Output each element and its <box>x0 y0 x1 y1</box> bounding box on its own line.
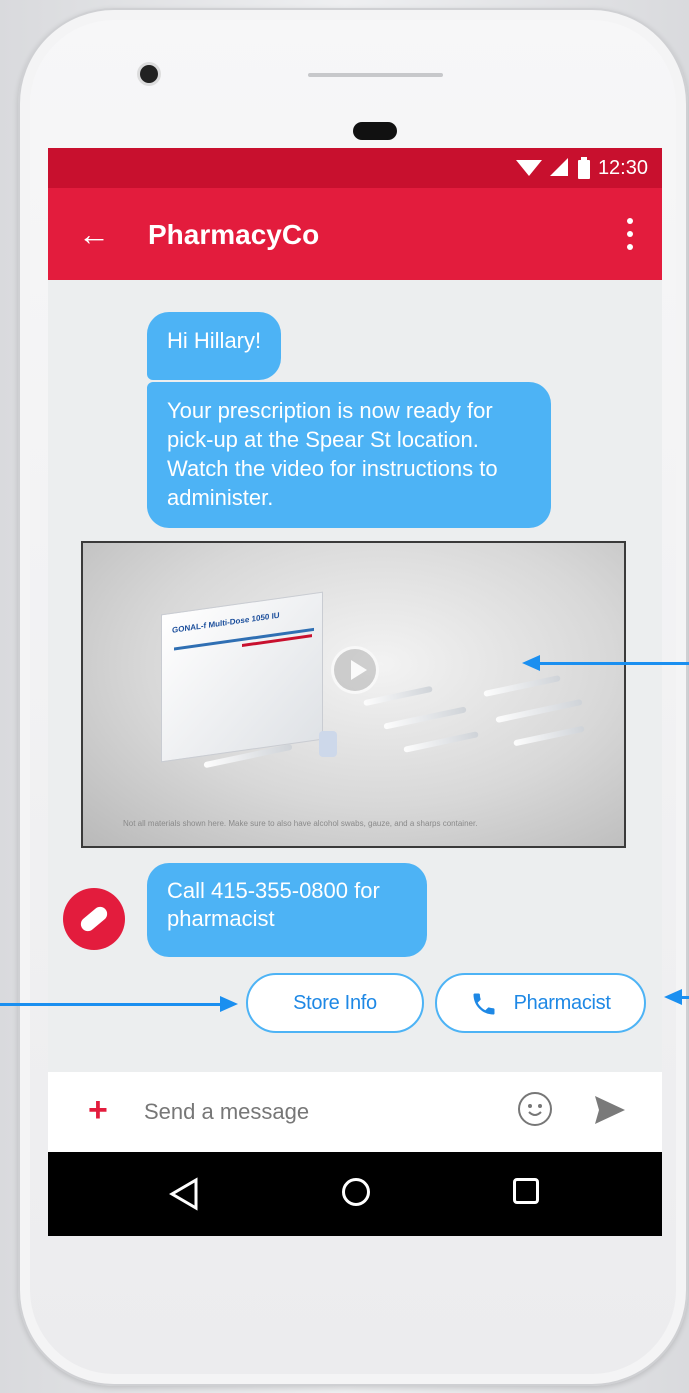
annotation-arrow-head <box>522 655 540 671</box>
nav-back-icon[interactable] <box>166 1176 202 1212</box>
suggestion-store-info[interactable]: Store Info <box>246 973 424 1033</box>
app-bar: ← PharmacyCo <box>48 188 662 280</box>
play-icon[interactable] <box>331 646 379 694</box>
annotation-arrow-store <box>0 1003 222 1006</box>
annotation-arrow-video <box>538 662 689 665</box>
phone-icon <box>473 993 495 1015</box>
message-input[interactable] <box>144 1094 464 1130</box>
emoji-icon[interactable] <box>518 1092 552 1126</box>
system-nav-bar <box>48 1152 662 1236</box>
suggestion-label: Pharmacist <box>513 992 611 1014</box>
pharmacy-avatar <box>63 888 125 950</box>
video-caption: Not all materials shown here. Make sure … <box>123 819 478 828</box>
conversation-title: PharmacyCo <box>148 219 320 250</box>
message-bubble: Call 415-355-0800 for pharmacist <box>147 863 427 957</box>
suggestion-label: Store Info <box>293 992 377 1014</box>
wifi-icon <box>515 160 542 176</box>
video-card[interactable]: GONAL-f Multi-Dose 1050 IU Not all mater… <box>81 541 626 848</box>
front-camera <box>140 65 158 83</box>
plus-icon[interactable]: + <box>88 1090 108 1130</box>
pill-icon <box>78 903 110 935</box>
annotation-arrow-head <box>664 989 682 1005</box>
status-icons: 12:30 <box>515 156 648 180</box>
battery-icon <box>577 157 590 179</box>
phone-screen: 12:30 ← PharmacyCo Hi Hillary! Your pres… <box>48 148 662 1236</box>
signal-icon <box>549 158 568 176</box>
send-icon[interactable] <box>593 1094 627 1126</box>
speaker-grille <box>308 73 443 77</box>
more-vert-icon[interactable] <box>626 218 634 250</box>
arrow-left-icon[interactable]: ← <box>78 218 110 250</box>
annotation-arrow-head <box>220 996 238 1012</box>
suggestion-pharmacist[interactable]: Pharmacist <box>435 973 646 1033</box>
status-bar: 12:30 <box>48 148 662 188</box>
status-time: 12:30 <box>597 156 648 179</box>
message-bubble: Hi Hillary! <box>147 312 282 380</box>
medication-box: GONAL-f Multi-Dose 1050 IU <box>161 591 323 763</box>
message-bubble: Your prescription is now ready for pick-… <box>147 382 551 528</box>
nav-home-icon[interactable] <box>342 1178 370 1206</box>
proximity-sensor <box>353 122 397 140</box>
message-composer: + <box>48 1072 662 1152</box>
nav-recents-icon[interactable] <box>513 1178 539 1204</box>
